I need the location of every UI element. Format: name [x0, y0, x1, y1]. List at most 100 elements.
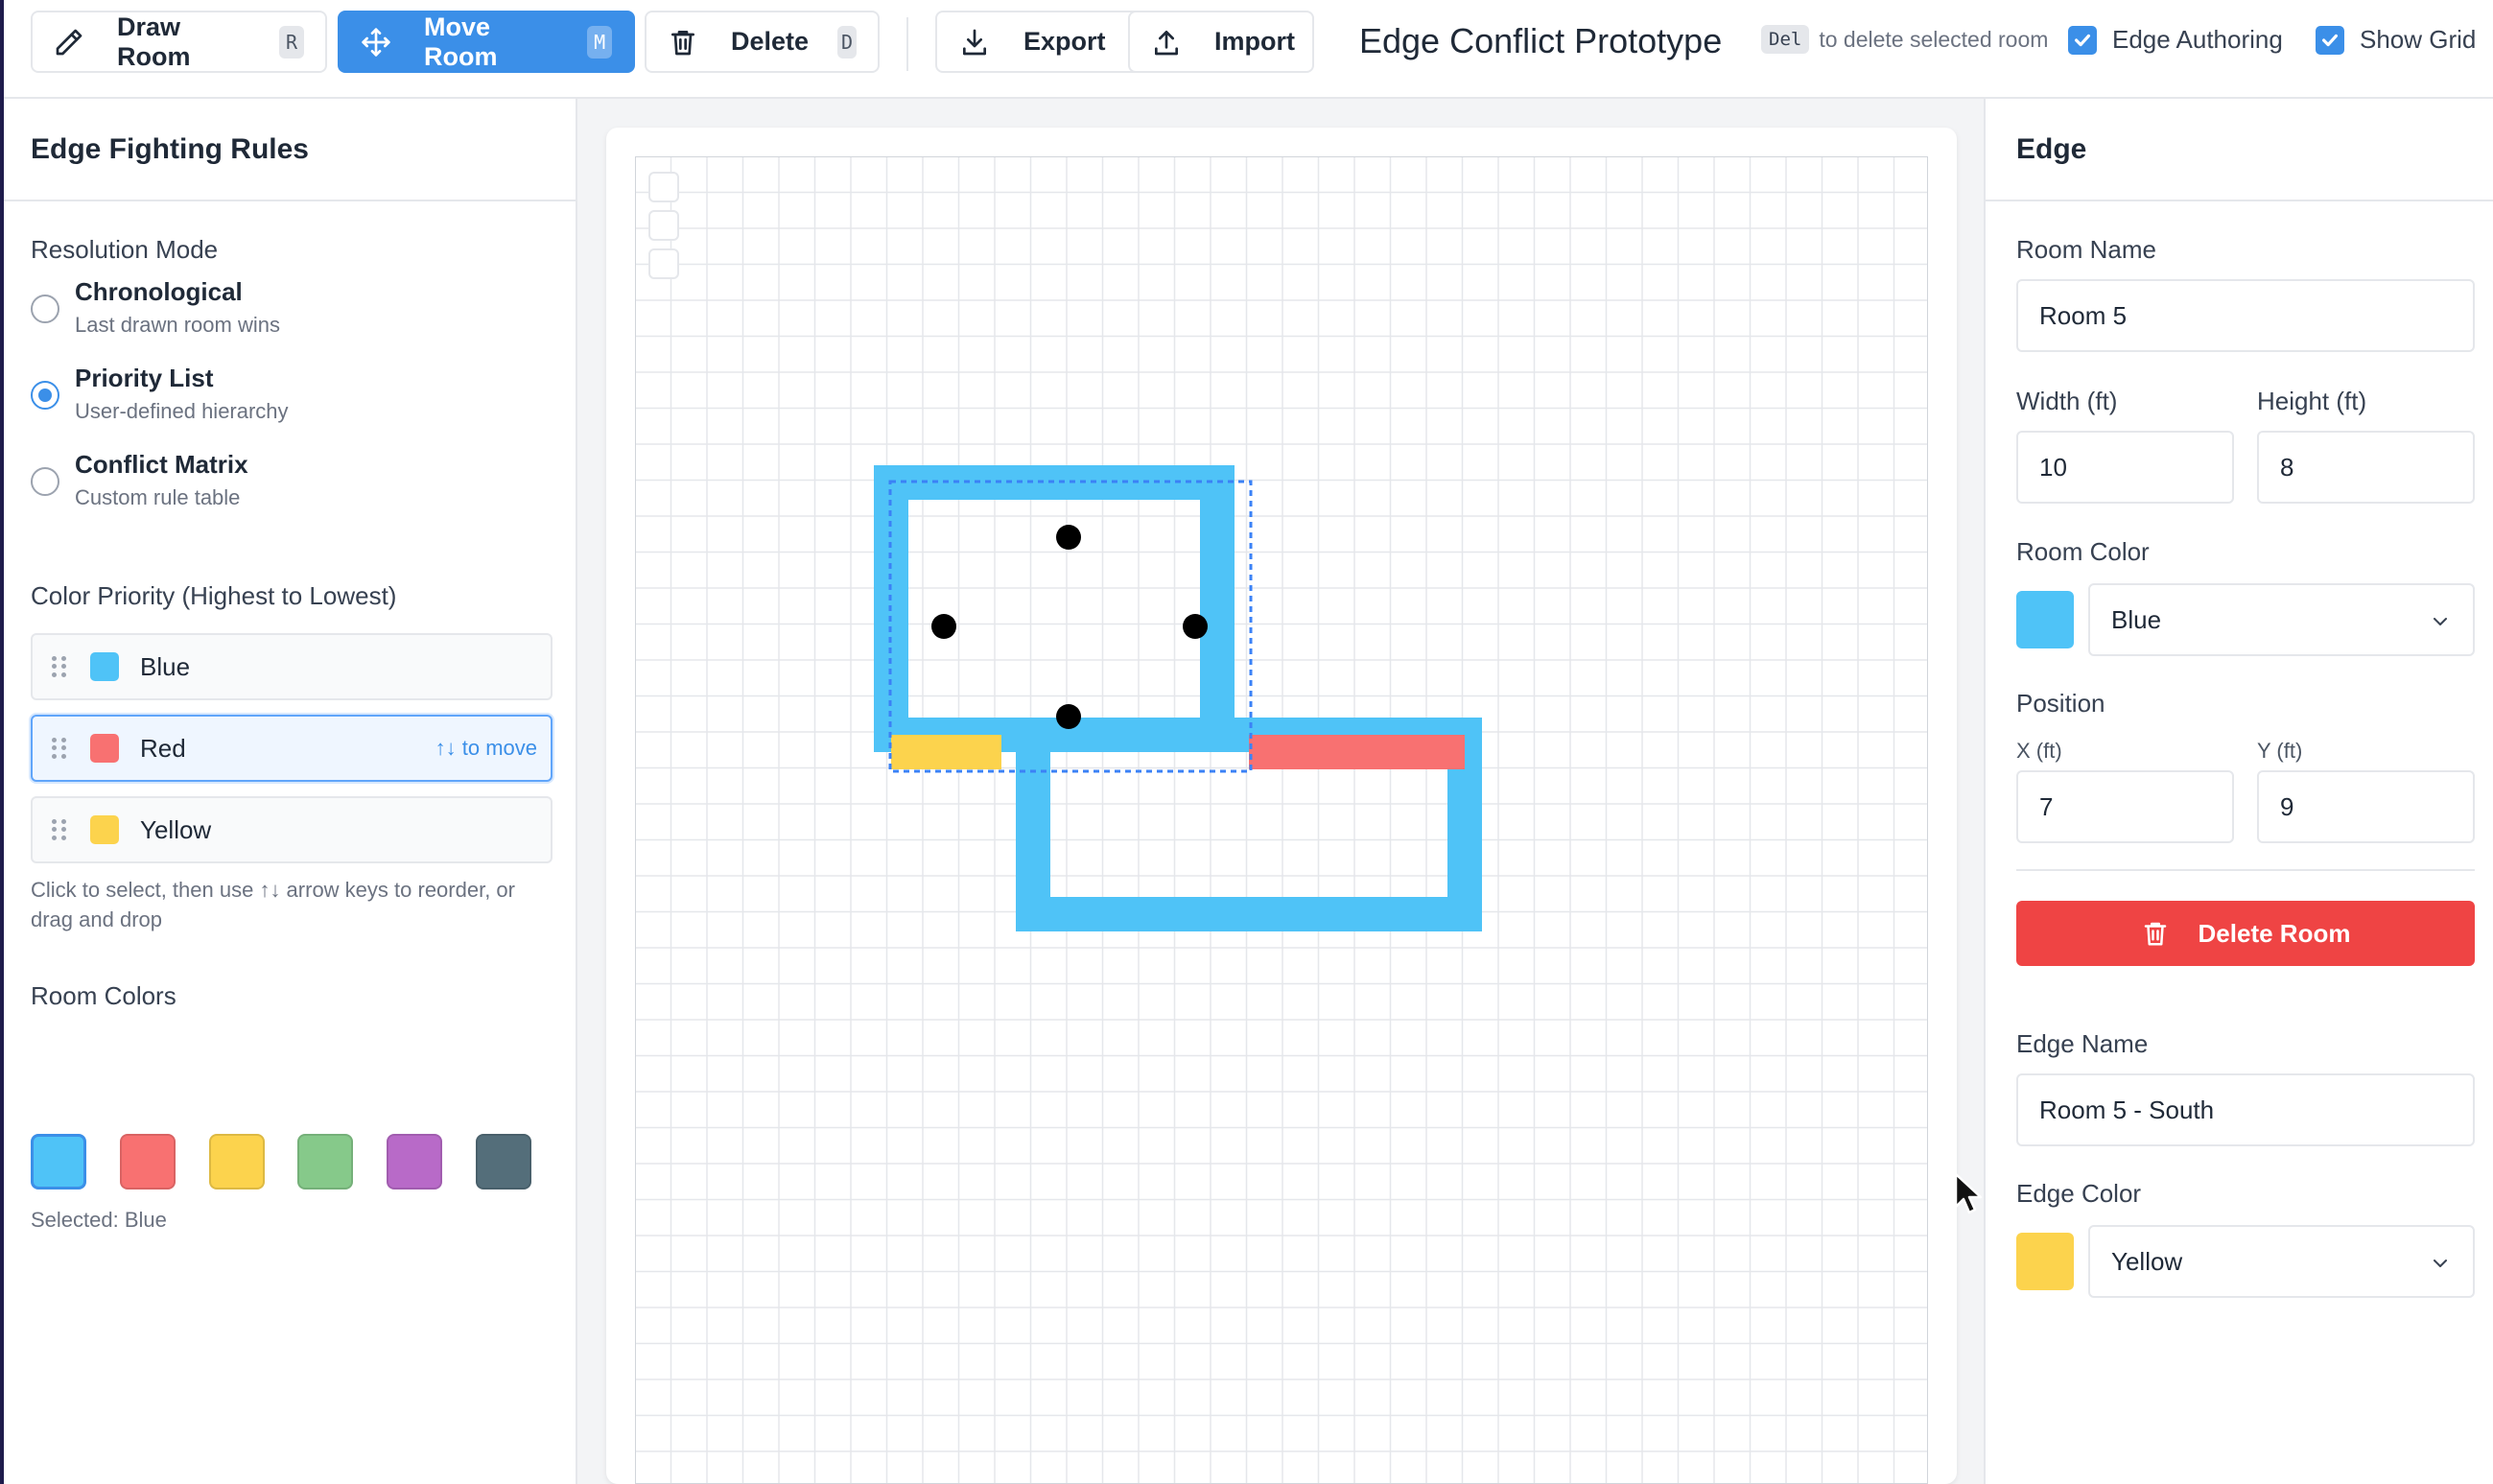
delete-room-button[interactable]: Delete Room	[2016, 901, 2475, 966]
radio-chronological[interactable]	[31, 294, 59, 323]
drag-handle-icon[interactable]	[52, 738, 67, 759]
room-color-label: Room Color	[2016, 537, 2150, 566]
rules-panel: Edge Fighting Rules Resolution Mode Chro…	[4, 99, 577, 1484]
x-input[interactable]	[2016, 770, 2234, 843]
canvas-control-1[interactable]	[648, 172, 679, 202]
draw-room-button[interactable]: Draw Room R	[31, 11, 327, 73]
edge-name-label: Edge Name	[2016, 1029, 2149, 1058]
room-colors-title: Room Colors	[31, 981, 176, 1010]
edge-color-value: Yellow	[2111, 1246, 2183, 1276]
canvas-border	[635, 156, 1928, 1484]
radio-priority-list[interactable]	[31, 381, 59, 410]
priority-name: Red	[140, 733, 186, 763]
drag-handle-icon[interactable]	[52, 819, 67, 840]
canvas-controls	[648, 172, 679, 279]
room-color-swatch[interactable]	[2016, 591, 2074, 648]
resolution-mode-title: Resolution Mode	[31, 235, 219, 264]
width-label: Width (ft)	[2016, 387, 2118, 415]
room-6-north-edge-red	[1249, 735, 1465, 769]
y-input[interactable]	[2257, 770, 2475, 843]
delete-hint-text: to delete selected room	[1819, 26, 2049, 52]
priority-item-yellow[interactable]: Yellow	[31, 796, 553, 863]
show-grid-checkbox[interactable]	[2316, 25, 2344, 55]
edge-color-select[interactable]: Yellow	[2088, 1225, 2475, 1298]
radio-conflict-matrix[interactable]	[31, 467, 59, 496]
room-color-value: Blue	[2111, 604, 2162, 634]
edge-authoring-toggle[interactable]: Edge Authoring	[2068, 25, 2283, 55]
canvas-control-3[interactable]	[648, 248, 679, 279]
room-color-purple[interactable]	[387, 1134, 442, 1190]
mode-description: Custom rule table	[75, 485, 241, 509]
position-label: Position	[2016, 689, 2105, 718]
move-arrows-icon	[361, 26, 391, 59]
height-label: Height (ft)	[2257, 387, 2367, 415]
trash-icon	[668, 26, 698, 59]
edge-authoring-label: Edge Authoring	[2112, 25, 2283, 54]
room-5-walls	[874, 465, 1235, 752]
room-name-input[interactable]	[2016, 279, 2475, 352]
edge-color-swatch[interactable]	[2016, 1233, 2074, 1290]
priority-item-red[interactable]: Red ↑↓ to move	[31, 715, 553, 782]
chevron-down-icon	[2434, 1260, 2447, 1267]
room-5-south-edge-yellow	[891, 735, 1001, 769]
canvas-control-2[interactable]	[648, 210, 679, 241]
edge-authoring-checkbox[interactable]	[2068, 25, 2097, 55]
edge-handle-west	[931, 614, 956, 639]
mode-option-conflict-matrix[interactable]: Conflict Matrix Custom rule table	[31, 450, 248, 510]
upload-icon	[1151, 26, 1182, 59]
drag-handle-icon[interactable]	[52, 656, 67, 677]
room-color-slate[interactable]	[476, 1134, 531, 1190]
height-input[interactable]	[2257, 431, 2475, 504]
edge-name-input[interactable]	[2016, 1073, 2475, 1146]
app-title: Edge Conflict Prototype	[1359, 21, 1723, 60]
color-priority-title: Color Priority (Highest to Lowest)	[31, 581, 397, 610]
check-icon	[2321, 34, 2339, 46]
priority-item-blue[interactable]: Blue	[31, 633, 553, 700]
y-label: Y (ft)	[2257, 739, 2303, 763]
room-color-blue[interactable]	[31, 1134, 86, 1190]
export-button[interactable]: Export	[935, 11, 1159, 73]
draw-room-label: Draw Room	[117, 12, 191, 71]
check-icon	[2074, 34, 2091, 46]
width-input[interactable]	[2016, 431, 2234, 504]
edge-color-label: Edge Color	[2016, 1179, 2142, 1208]
room-color-select[interactable]: Blue	[2088, 583, 2475, 656]
color-swatch	[90, 652, 119, 681]
delete-shortcut: D	[837, 25, 857, 59]
import-button[interactable]: Import	[1128, 11, 1314, 73]
priority-name: Yellow	[140, 814, 212, 844]
rules-panel-title: Edge Fighting Rules	[4, 99, 576, 201]
show-grid-label: Show Grid	[2360, 25, 2477, 54]
mode-label: Chronological	[75, 277, 243, 306]
floor-plan-canvas[interactable]	[635, 156, 1928, 1484]
color-swatch	[90, 734, 119, 763]
room-color-yellow[interactable]	[209, 1134, 265, 1190]
priority-name: Blue	[140, 651, 191, 681]
delete-button[interactable]: Delete D	[645, 11, 880, 73]
move-room-button[interactable]: Move Room M	[338, 11, 635, 73]
export-label: Export	[1023, 27, 1106, 56]
chevron-down-icon	[2434, 618, 2447, 625]
mode-option-chronological[interactable]: Chronological Last drawn room wins	[31, 277, 280, 338]
grid-lines	[635, 156, 1928, 1484]
room-color-red[interactable]	[120, 1134, 176, 1190]
properties-title: Edge	[1986, 99, 2493, 201]
delete-room-label: Delete Room	[2198, 918, 2351, 948]
x-label: X (ft)	[2016, 739, 2062, 763]
room-name-label: Room Name	[2016, 235, 2156, 264]
toolbar: Draw Room R Move Room M Delete D Export …	[4, 0, 2493, 99]
mode-description: Last drawn room wins	[75, 313, 280, 337]
move-room-label: Move Room	[424, 12, 498, 71]
room-6[interactable]	[1016, 718, 1482, 931]
delete-hint: Del to delete selected room	[1761, 25, 2048, 54]
properties-panel: Edge Room Name Width (ft) Height (ft) Ro…	[1984, 99, 2493, 1484]
mode-option-priority-list[interactable]: Priority List User-defined hierarchy	[31, 364, 289, 424]
draw-room-shortcut: R	[279, 25, 304, 59]
room-color-green[interactable]	[297, 1134, 353, 1190]
mode-description: User-defined hierarchy	[75, 399, 289, 423]
show-grid-toggle[interactable]: Show Grid	[2316, 25, 2476, 55]
pencil-icon	[54, 26, 84, 59]
edge-handle-north	[1056, 525, 1081, 550]
room-5[interactable]	[874, 465, 1253, 773]
move-hint: ↑↓ to move	[435, 736, 537, 760]
